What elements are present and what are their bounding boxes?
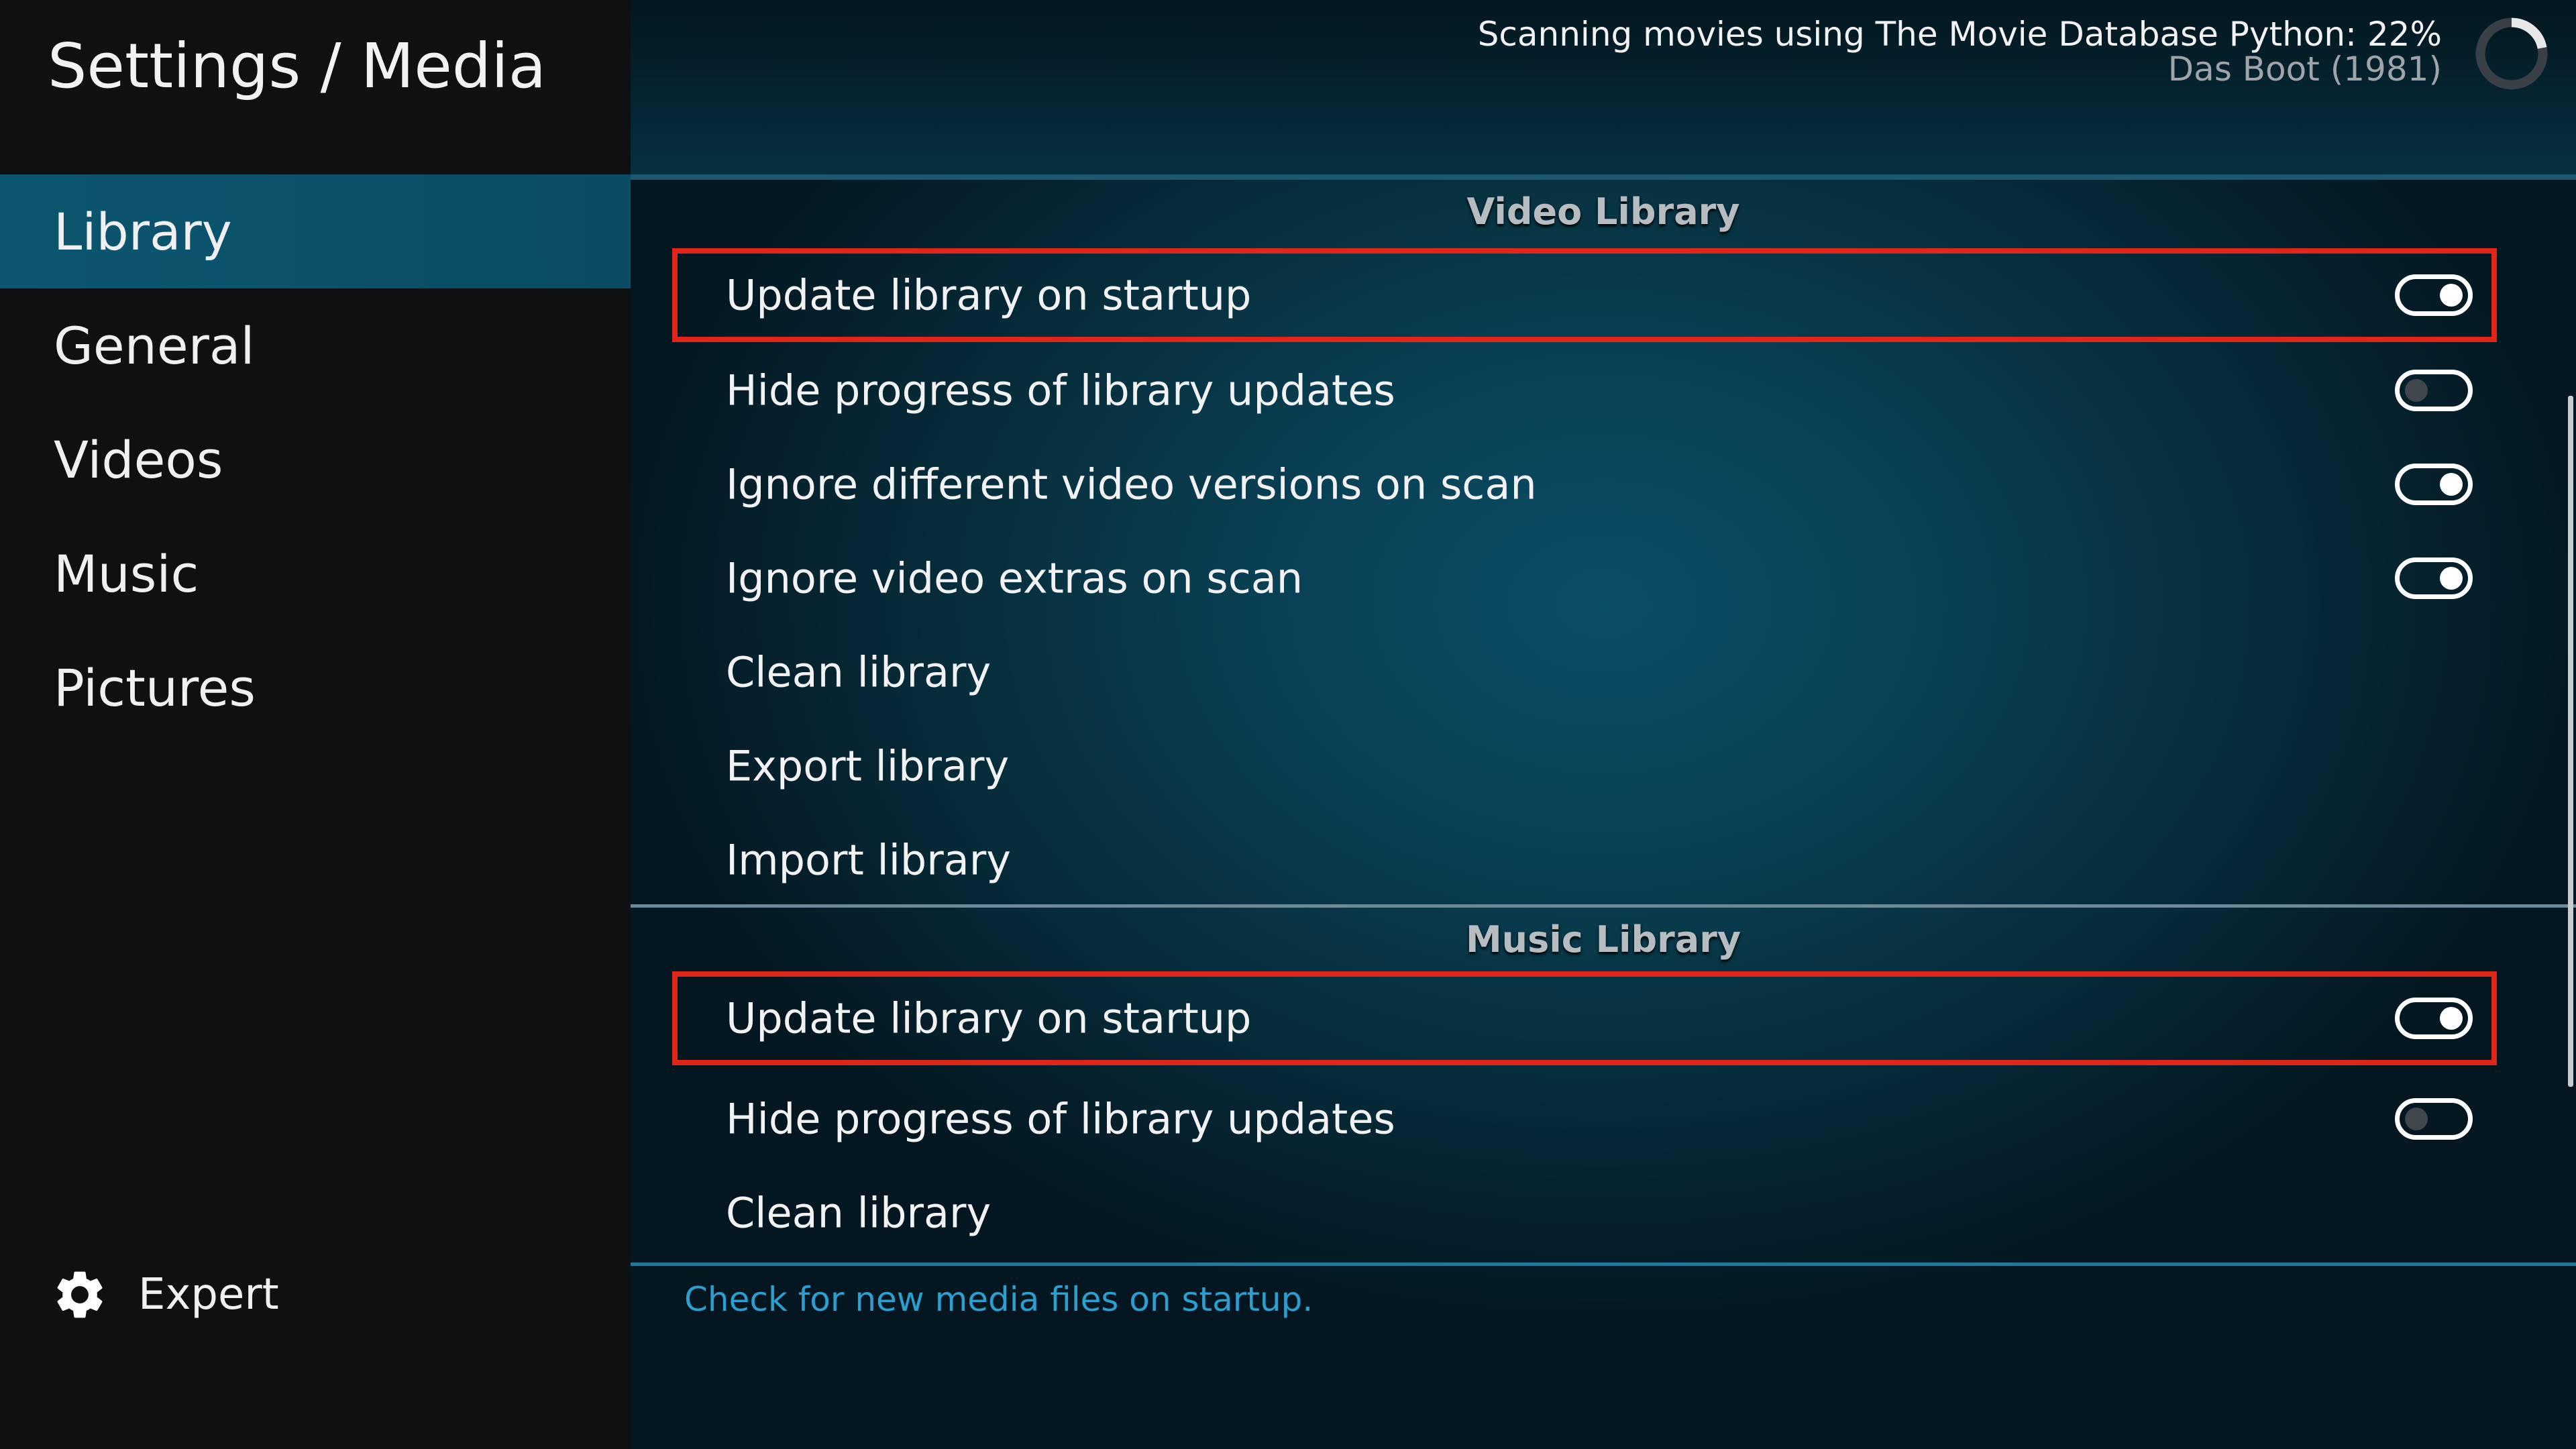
toggle-switch[interactable] — [2395, 464, 2473, 505]
expert-level-button[interactable]: Expert — [51, 1261, 279, 1328]
toggle-switch[interactable] — [2395, 274, 2473, 316]
video-library-heading: Video Library — [1466, 191, 1740, 233]
scan-current-item: Das Boot (1981) — [2167, 50, 2442, 89]
toggle-knob — [2405, 1108, 2428, 1130]
toggle-knob — [2440, 567, 2463, 590]
sidebar-item-pictures[interactable]: Pictures — [0, 631, 631, 745]
gear-icon — [57, 1271, 103, 1318]
music-clean-library-button[interactable]: Clean library — [672, 1166, 2497, 1260]
sidebar-item-library[interactable]: Library — [0, 174, 631, 288]
toggle-knob — [2405, 379, 2428, 402]
toggle-switch[interactable] — [2395, 370, 2473, 411]
video-hide-progress-setting[interactable]: Hide progress of library updates — [672, 343, 2497, 437]
toggle-switch[interactable] — [2395, 1098, 2473, 1140]
scrollbar[interactable] — [2568, 396, 2573, 1087]
video-ignore-extras-setting[interactable]: Ignore video extras on scan — [672, 531, 2497, 625]
setting-label: Clean library — [726, 1188, 991, 1238]
setting-help-text: Check for new media files on startup. — [684, 1280, 1313, 1319]
header-divider — [631, 174, 2576, 180]
setting-label: Hide progress of library updates — [726, 1094, 1395, 1144]
sidebar-item-videos[interactable]: Videos — [0, 402, 631, 517]
sidebar-item-general[interactable]: General — [0, 288, 631, 402]
toggle-knob — [2440, 1007, 2463, 1030]
settings-panel: Scanning movies using The Movie Database… — [631, 0, 2576, 1449]
setting-label: Ignore video extras on scan — [726, 553, 1303, 603]
video-import-library-button[interactable]: Import library — [672, 813, 2497, 907]
setting-label: Hide progress of library updates — [726, 366, 1395, 415]
video-ignore-versions-setting[interactable]: Ignore different video versions on scan — [672, 437, 2497, 531]
progress-ring-icon — [2475, 17, 2548, 90]
music-library-heading: Music Library — [1465, 918, 1741, 961]
section-divider — [631, 904, 2576, 908]
toggle-switch[interactable] — [2395, 557, 2473, 599]
setting-label: Ignore different video versions on scan — [726, 460, 1537, 509]
help-divider — [631, 1263, 2576, 1266]
toggle-knob — [2440, 284, 2463, 307]
setting-label: Update library on startup — [726, 994, 1252, 1043]
setting-label: Update library on startup — [726, 270, 1252, 320]
settings-window: Settings / Media Library General Videos … — [0, 0, 2576, 1449]
video-update-on-startup-setting[interactable]: Update library on startup — [672, 248, 2497, 342]
music-update-on-startup-setting[interactable]: Update library on startup — [672, 971, 2497, 1065]
toggle-knob — [2440, 473, 2463, 496]
expert-label: Expert — [138, 1270, 279, 1320]
setting-label: Import library — [726, 835, 1011, 885]
video-clean-library-button[interactable]: Clean library — [672, 625, 2497, 719]
toggle-switch[interactable] — [2395, 998, 2473, 1039]
setting-label: Export library — [726, 741, 1010, 791]
setting-label: Clean library — [726, 647, 991, 697]
sidebar-item-music[interactable]: Music — [0, 517, 631, 631]
music-hide-progress-setting[interactable]: Hide progress of library updates — [672, 1072, 2497, 1166]
page-title: Settings / Media — [48, 30, 547, 102]
sidebar: Settings / Media Library General Videos … — [0, 0, 631, 1449]
sidebar-nav: Library General Videos Music Pictures — [0, 174, 631, 745]
video-export-library-button[interactable]: Export library — [672, 719, 2497, 813]
